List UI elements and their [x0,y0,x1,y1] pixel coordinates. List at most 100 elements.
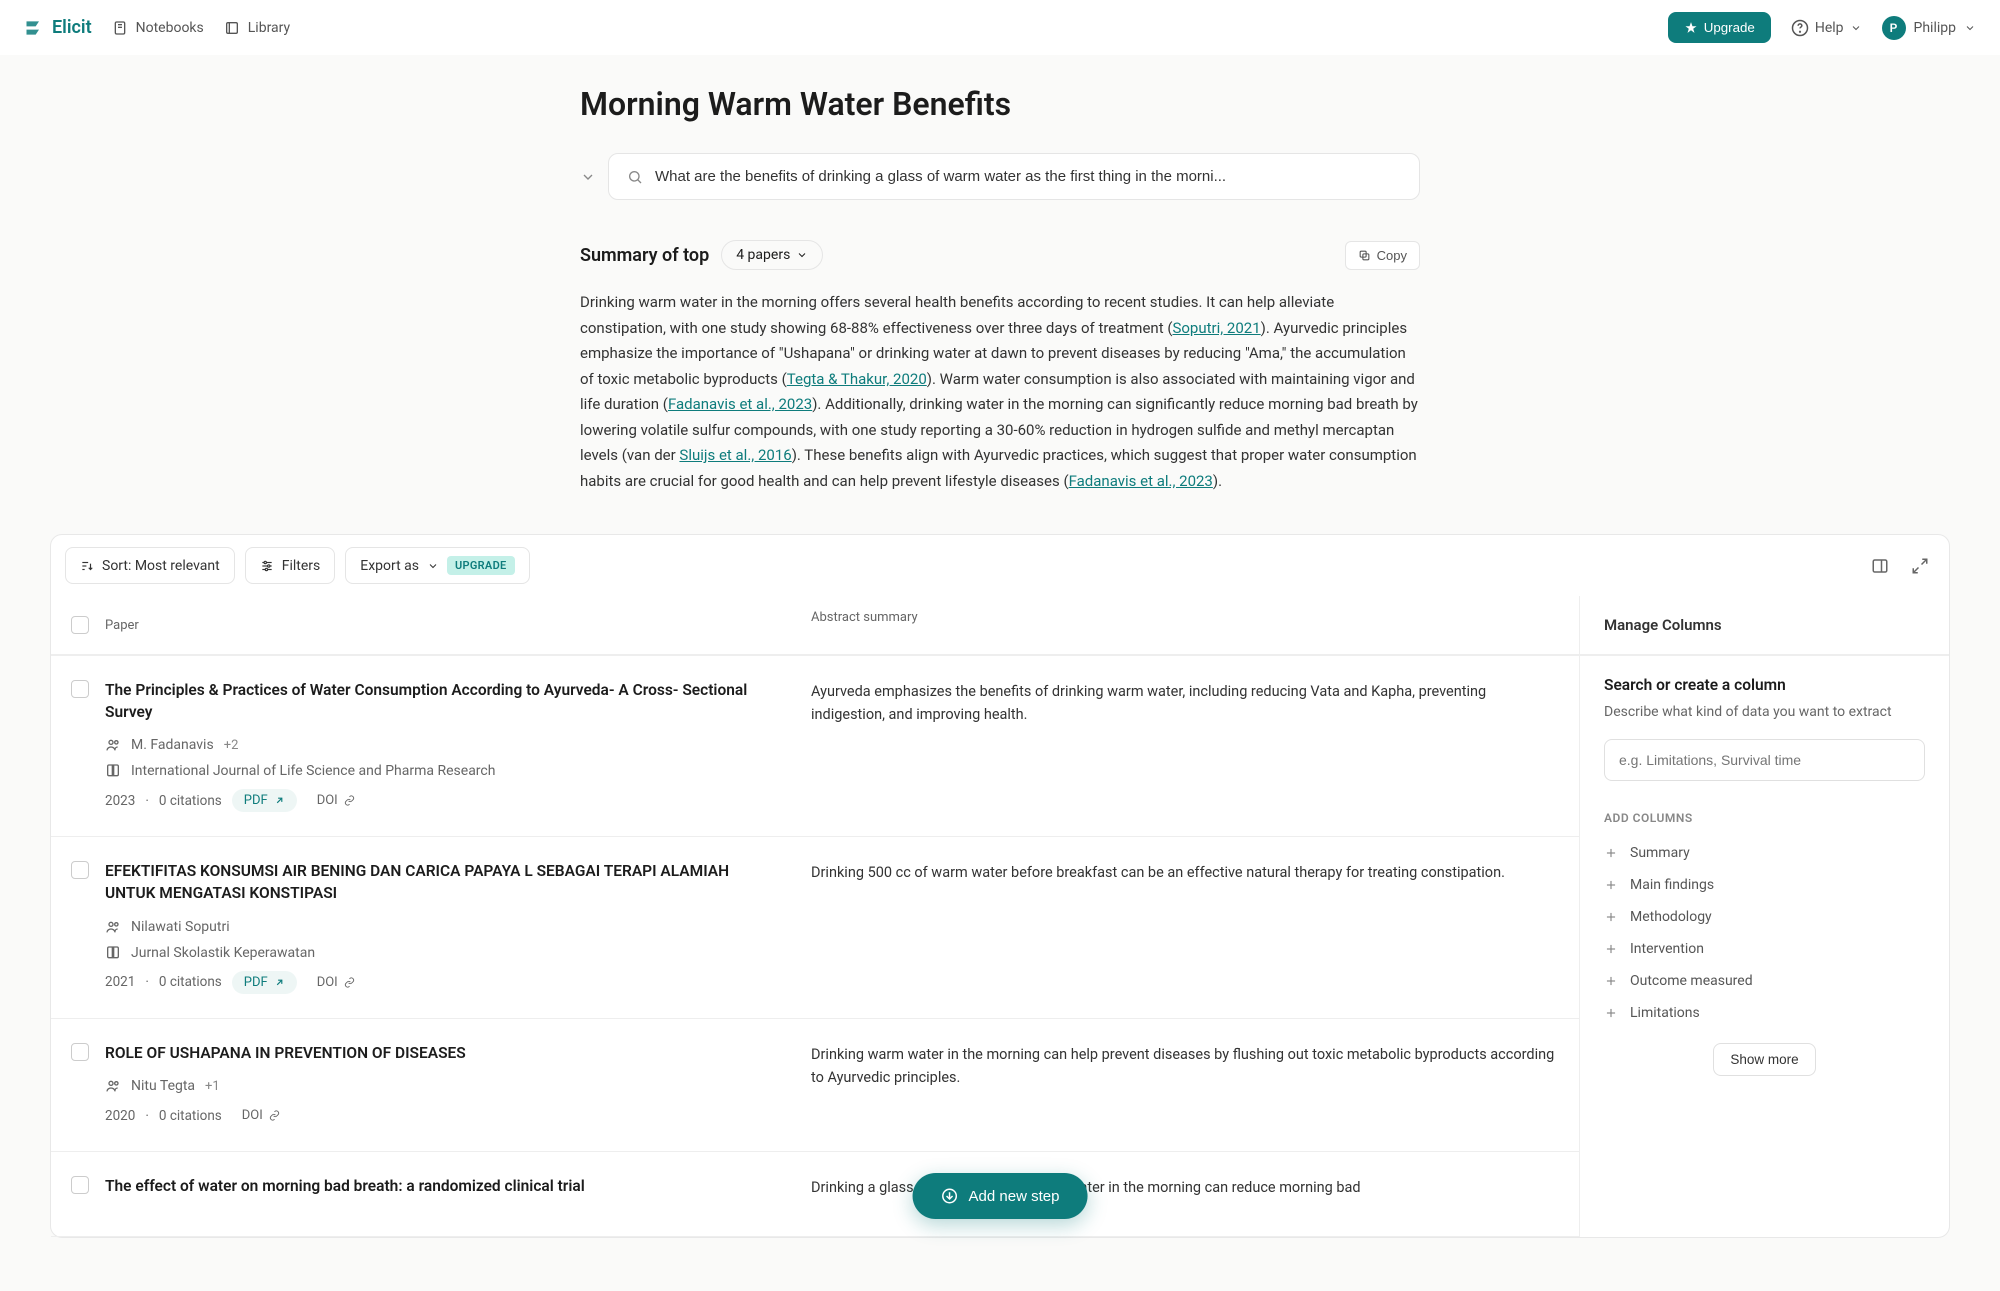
plus-icon [1604,974,1618,988]
add-column-item[interactable]: Outcome measured [1604,965,1925,997]
paper-content: ROLE OF USHAPANA IN PREVENTION OF DISEAS… [105,1043,771,1128]
paper-author: Nilawati Soputri [131,919,230,935]
logo-icon [24,18,44,38]
paper-count-label: 4 papers [736,247,790,263]
book-icon [105,763,121,779]
side-items: Summary Main findings Methodology Intervent… [1604,837,1925,1029]
summary-header: Summary of top 4 papers Copy [580,240,1420,270]
link-icon [344,795,355,806]
toolbar-right [1865,551,1935,581]
th-abstract: Abstract summary [791,596,1579,654]
paper-author-row: Nilawati Soputri [105,919,771,935]
doi-pill[interactable]: DOI [307,971,365,994]
add-column-item[interactable]: Summary [1604,837,1925,869]
paper-author-row: Nitu Tegta+1 [105,1078,771,1094]
citation-link[interactable]: Fadanavis et al., 2023 [668,395,812,413]
add-column-item[interactable]: Main findings [1604,869,1925,901]
sort-icon [80,559,94,573]
paper-count-dropdown[interactable]: 4 papers [721,240,823,270]
main: Morning Warm Water Benefits Summary of t… [560,55,1440,534]
search-box[interactable] [608,153,1420,200]
paper-title[interactable]: The Principles & Practices of Water Cons… [105,680,771,723]
brand-text: Elicit [52,17,92,38]
filters-button[interactable]: Filters [245,547,336,584]
chevron-down-icon [1850,22,1862,34]
separator: · [145,974,149,990]
column-search-input[interactable] [1604,739,1925,781]
people-icon [105,919,121,935]
topbar-left: Elicit Notebooks Library [24,17,290,38]
user-name: Philipp [1914,20,1956,36]
library-icon [224,20,240,36]
citation-link[interactable]: Soputri, 2021 [1172,319,1260,337]
collapse-toggle[interactable] [580,169,596,185]
citation-link[interactable]: Tegta & Thakur, 2020 [787,370,927,388]
upgrade-button[interactable]: Upgrade [1668,12,1771,43]
copy-button[interactable]: Copy [1345,241,1420,270]
upgrade-label: Upgrade [1704,20,1755,35]
column-item-label: Limitations [1630,1005,1700,1021]
add-step-label: Add new step [969,1188,1060,1205]
add-step-button[interactable]: Add new step [913,1173,1088,1219]
panel-toggle-button[interactable] [1865,551,1895,581]
nav-notebooks-label: Notebooks [136,20,204,36]
user-menu[interactable]: P Philipp [1882,16,1976,40]
doi-pill[interactable]: DOI [307,789,365,812]
column-item-label: Main findings [1630,877,1714,893]
doi-pill[interactable]: DOI [232,1104,290,1127]
export-label: Export as [360,558,419,574]
logo[interactable]: Elicit [24,17,92,38]
plus-icon [1604,942,1618,956]
search-row [580,153,1420,200]
separator: · [145,793,149,809]
paper-title[interactable]: EFEKTIFITAS KONSUMSI AIR BENING DAN CARI… [105,861,771,904]
nav-library[interactable]: Library [224,20,290,36]
td-paper: The effect of water on morning bad breat… [51,1152,791,1236]
sort-button[interactable]: Sort: Most relevant [65,547,235,584]
author-extra: +1 [205,1079,220,1094]
paper-venue-row: International Journal of Life Science an… [105,763,771,779]
column-item-label: Summary [1630,845,1690,861]
column-item-label: Intervention [1630,941,1704,957]
paper-stats: 2021 · 0 citationsPDF DOI [105,971,771,994]
upgrade-badge: UPGRADE [447,556,515,575]
search-input[interactable] [655,168,1401,185]
expand-icon [1911,557,1929,575]
paper-venue-row: Jurnal Skolastik Keperawatan [105,945,771,961]
add-column-item[interactable]: Limitations [1604,997,1925,1029]
citation-link[interactable]: Fadanavis et al., 2023 [1069,472,1213,490]
pdf-pill[interactable]: PDF [232,971,297,994]
manage-columns-panel: Search or create a column Describe what … [1579,656,1949,1237]
pdf-pill[interactable]: PDF [232,789,297,812]
export-button[interactable]: Export as UPGRADE [345,547,529,584]
search-icon [627,169,643,185]
summary-title: Summary of top [580,245,709,266]
row-checkbox[interactable] [71,1043,89,1061]
paper-citations: 0 citations [159,793,222,809]
citation-link[interactable]: Sluijs et al., 2016 [679,446,791,464]
show-more-button[interactable]: Show more [1713,1043,1815,1076]
paper-title[interactable]: The effect of water on morning bad breat… [105,1176,771,1198]
add-column-item[interactable]: Intervention [1604,933,1925,965]
side-title: Search or create a column [1604,676,1925,694]
help-label: Help [1815,20,1844,36]
paper-author: M. Fadanavis [131,737,214,753]
select-all-checkbox[interactable] [71,616,89,634]
help-button[interactable]: Help [1791,19,1862,37]
nav-notebooks[interactable]: Notebooks [112,20,204,36]
paper-stats: 2020 · 0 citationsDOI [105,1104,771,1127]
row-checkbox[interactable] [71,680,89,698]
table-row: ROLE OF USHAPANA IN PREVENTION OF DISEAS… [51,1019,1579,1153]
paper-citations: 0 citations [159,974,222,990]
book-icon [105,945,121,961]
help-icon [1791,19,1809,37]
paper-title[interactable]: ROLE OF USHAPANA IN PREVENTION OF DISEAS… [105,1043,771,1065]
td-paper: EFEKTIFITAS KONSUMSI AIR BENING DAN CARI… [51,837,791,1017]
summary-text: ). [1213,472,1222,490]
row-checkbox[interactable] [71,861,89,879]
row-checkbox[interactable] [71,1176,89,1194]
add-column-item[interactable]: Methodology [1604,901,1925,933]
add-columns-label: ADD COLUMNS [1604,811,1925,825]
expand-button[interactable] [1905,551,1935,581]
people-icon [105,1078,121,1094]
